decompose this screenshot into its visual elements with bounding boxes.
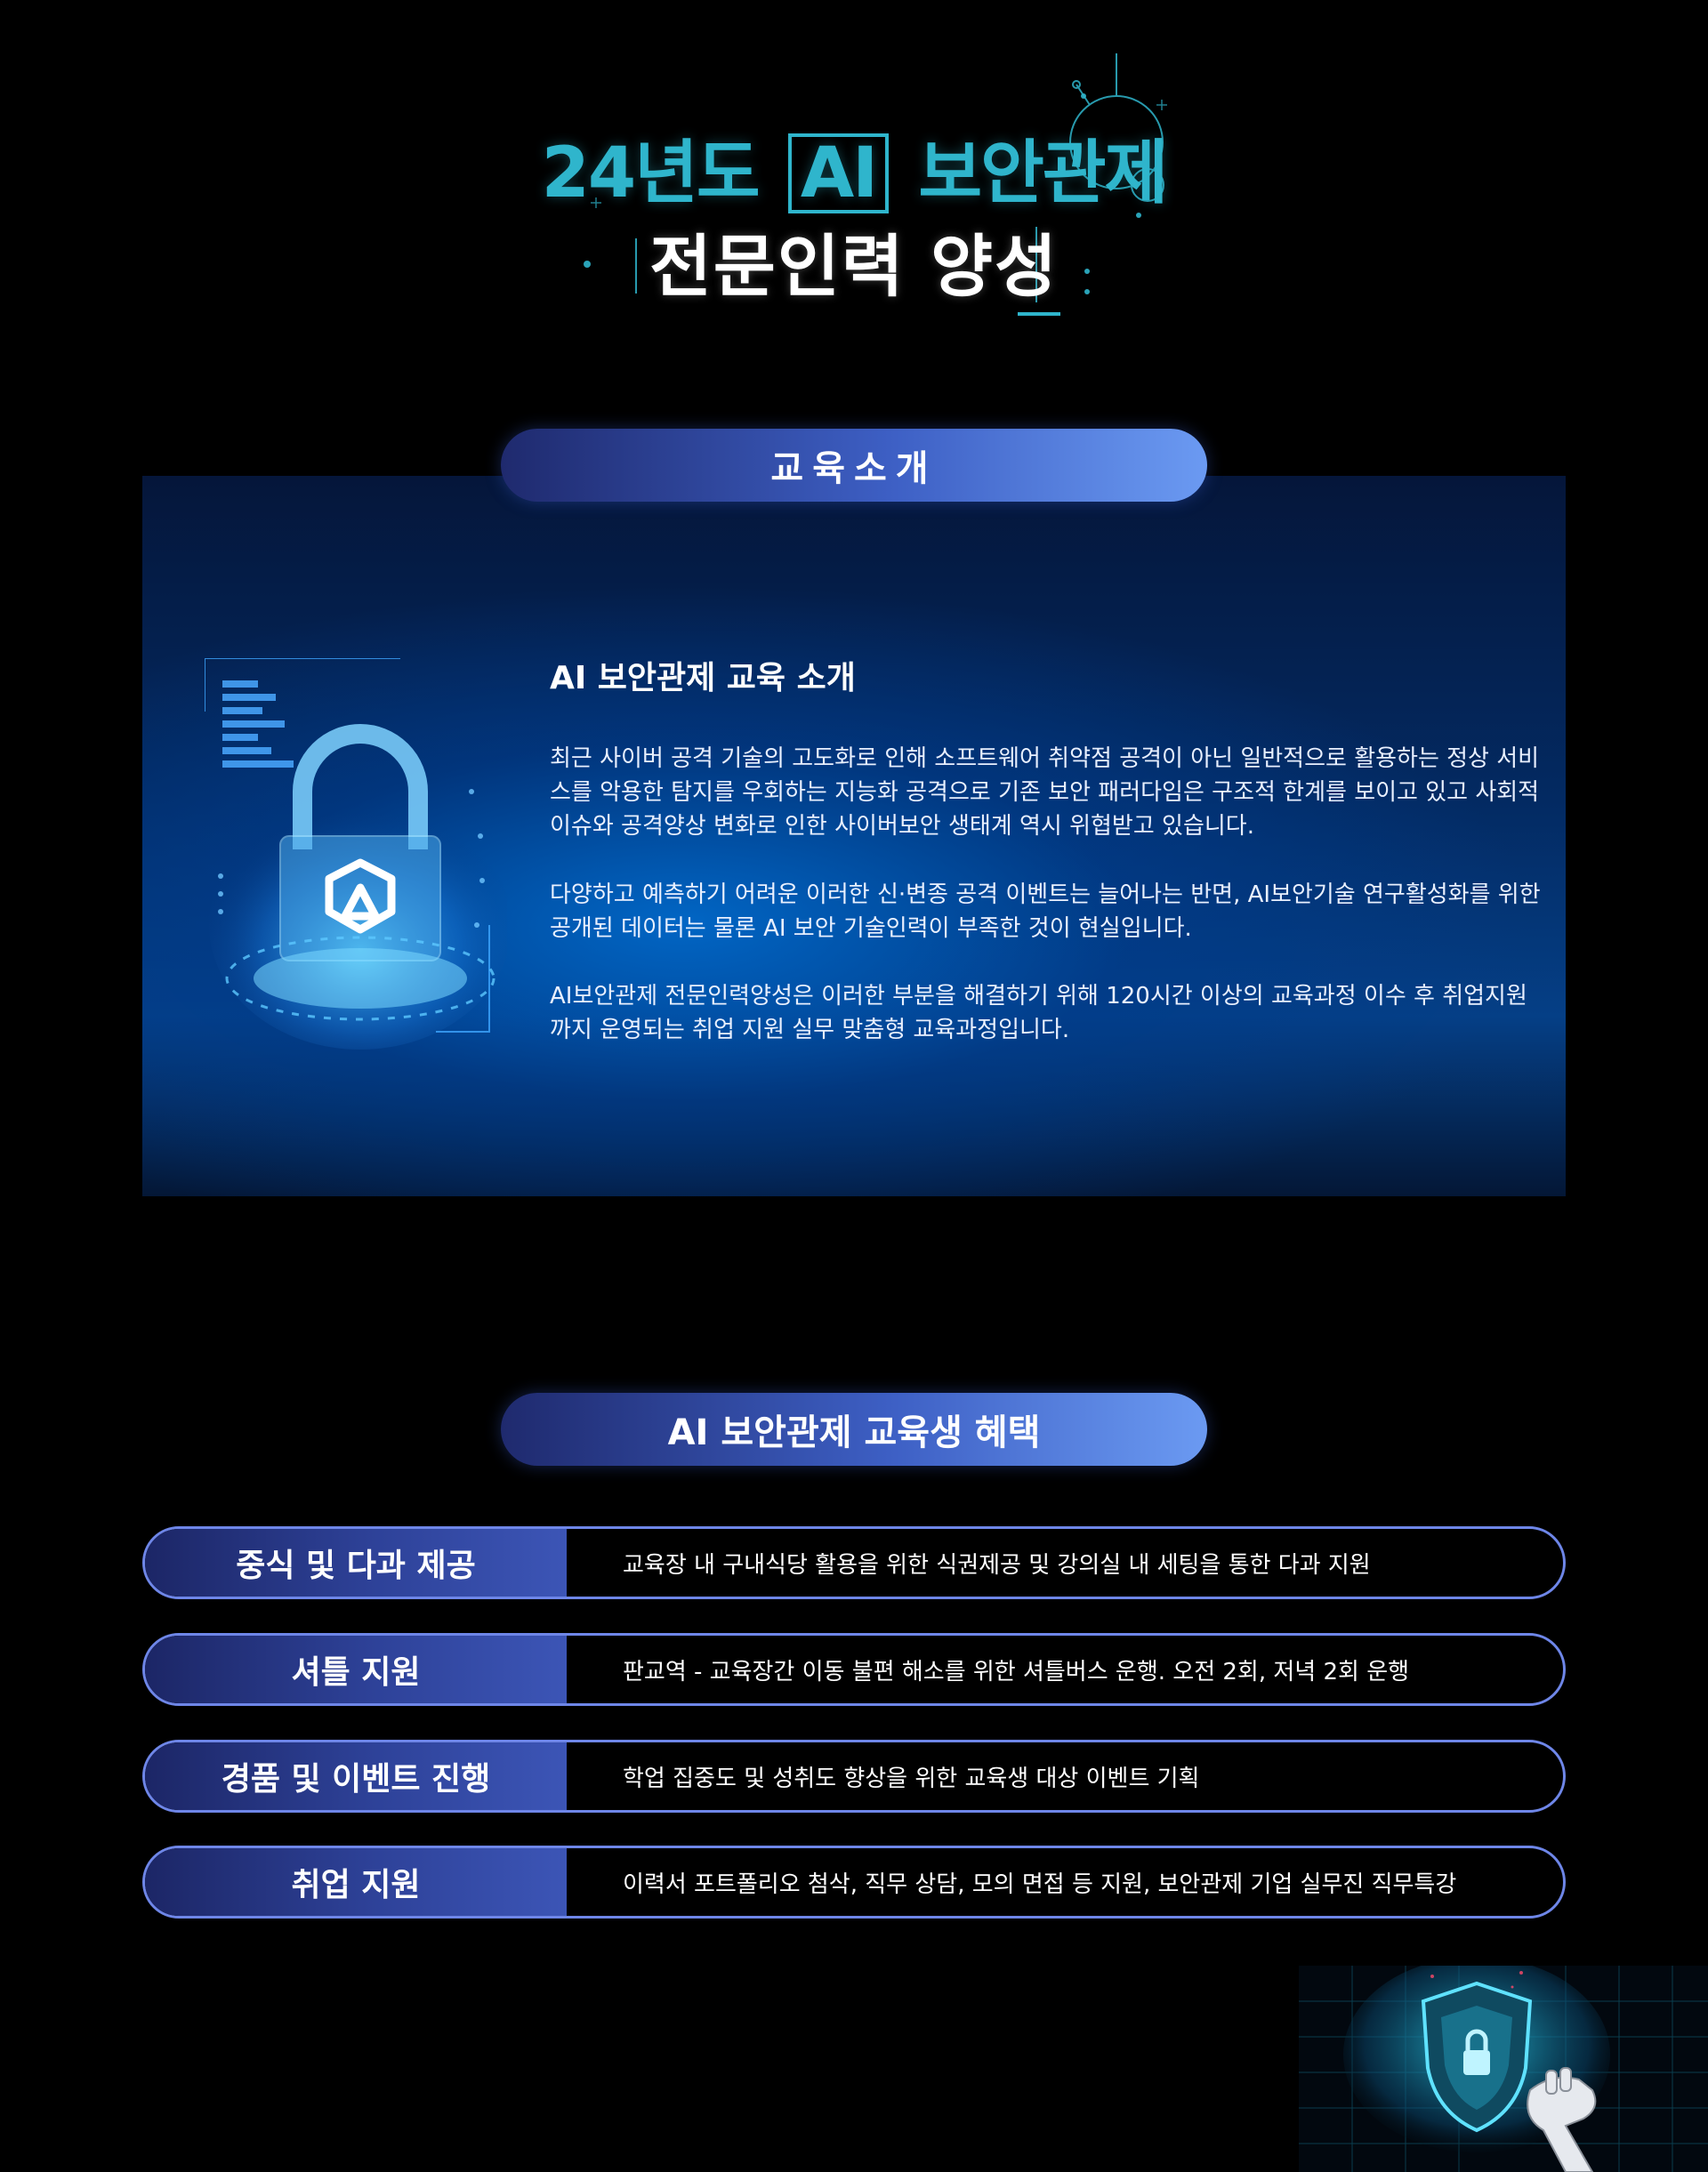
intro-section-header: 교육소개 [501,429,1207,502]
benefit-row-event: 경품 및 이벤트 진행 학업 집중도 및 성취도 향상을 위한 교육생 대상 이… [142,1740,1566,1813]
benefit-description: 학업 집중도 및 성취도 향상을 위한 교육생 대상 이벤트 기획 [623,1765,1200,1792]
lock-shield-icon [205,658,507,1050]
intro-paragraph-1: 최근 사이버 공격 기술의 고도화로 인해 소프트웨어 취약점 공격이 아닌 일… [550,745,1540,840]
intro-title: AI 보안관제 교육 소개 [550,660,856,696]
hero-section: 24년도 AI 보안관제 전문인력 양성 [0,0,1708,338]
benefit-label: 중식 및 다과 제공 [145,1529,567,1597]
benefit-label: 셔틀 지원 [145,1636,567,1703]
benefit-label: 경품 및 이벤트 진행 [145,1742,567,1810]
benefit-row-meal: 중식 및 다과 제공 교육장 내 구내식당 활용을 위한 식권제공 및 강의실 … [142,1526,1566,1599]
hero-title-prefix: 24년도 [541,133,761,213]
intro-paragraph-2: 다양하고 예측하기 어려운 이러한 신·변종 공격 이벤트는 늘어나는 반면, … [550,881,1541,942]
hero-title-suffix: 보안관제 [918,133,1168,213]
hero-title-line1: 24년도 AI 보안관제 [0,117,1708,217]
benefits-section-header: AI 보안관제 교육생 혜택 [501,1393,1207,1466]
hero-title-ai-box: AI [787,133,890,213]
hero-underline [1018,312,1060,316]
benefit-description: 이력서 포트폴리오 첨삭, 직무 상담, 모의 면접 등 지원, 보안관제 기업… [623,1870,1457,1898]
benefit-label: 취업 지원 [145,1848,567,1916]
ai-shield-robot-hand-icon [1299,1966,1708,2172]
intro-paragraph-3: AI보안관제 전문인력양성은 이러한 부분을 해결하기 위해 120시간 이상의… [550,983,1527,1043]
benefit-row-shuttle: 셔틀 지원 판교역 - 교육장간 이동 불편 해소를 위한 셔틀버스 운행. 오… [142,1633,1566,1706]
benefit-description: 교육장 내 구내식당 활용을 위한 식권제공 및 강의실 내 세팅을 통한 다과… [623,1551,1371,1579]
benefit-description: 판교역 - 교육장간 이동 불편 해소를 위한 셔틀버스 운행. 오전 2회, … [623,1658,1410,1685]
benefit-row-employment: 취업 지원 이력서 포트폴리오 첨삭, 직무 상담, 모의 면접 등 지원, 보… [142,1846,1566,1919]
hero-title-line2: 전문인력 양성 [649,227,1059,306]
